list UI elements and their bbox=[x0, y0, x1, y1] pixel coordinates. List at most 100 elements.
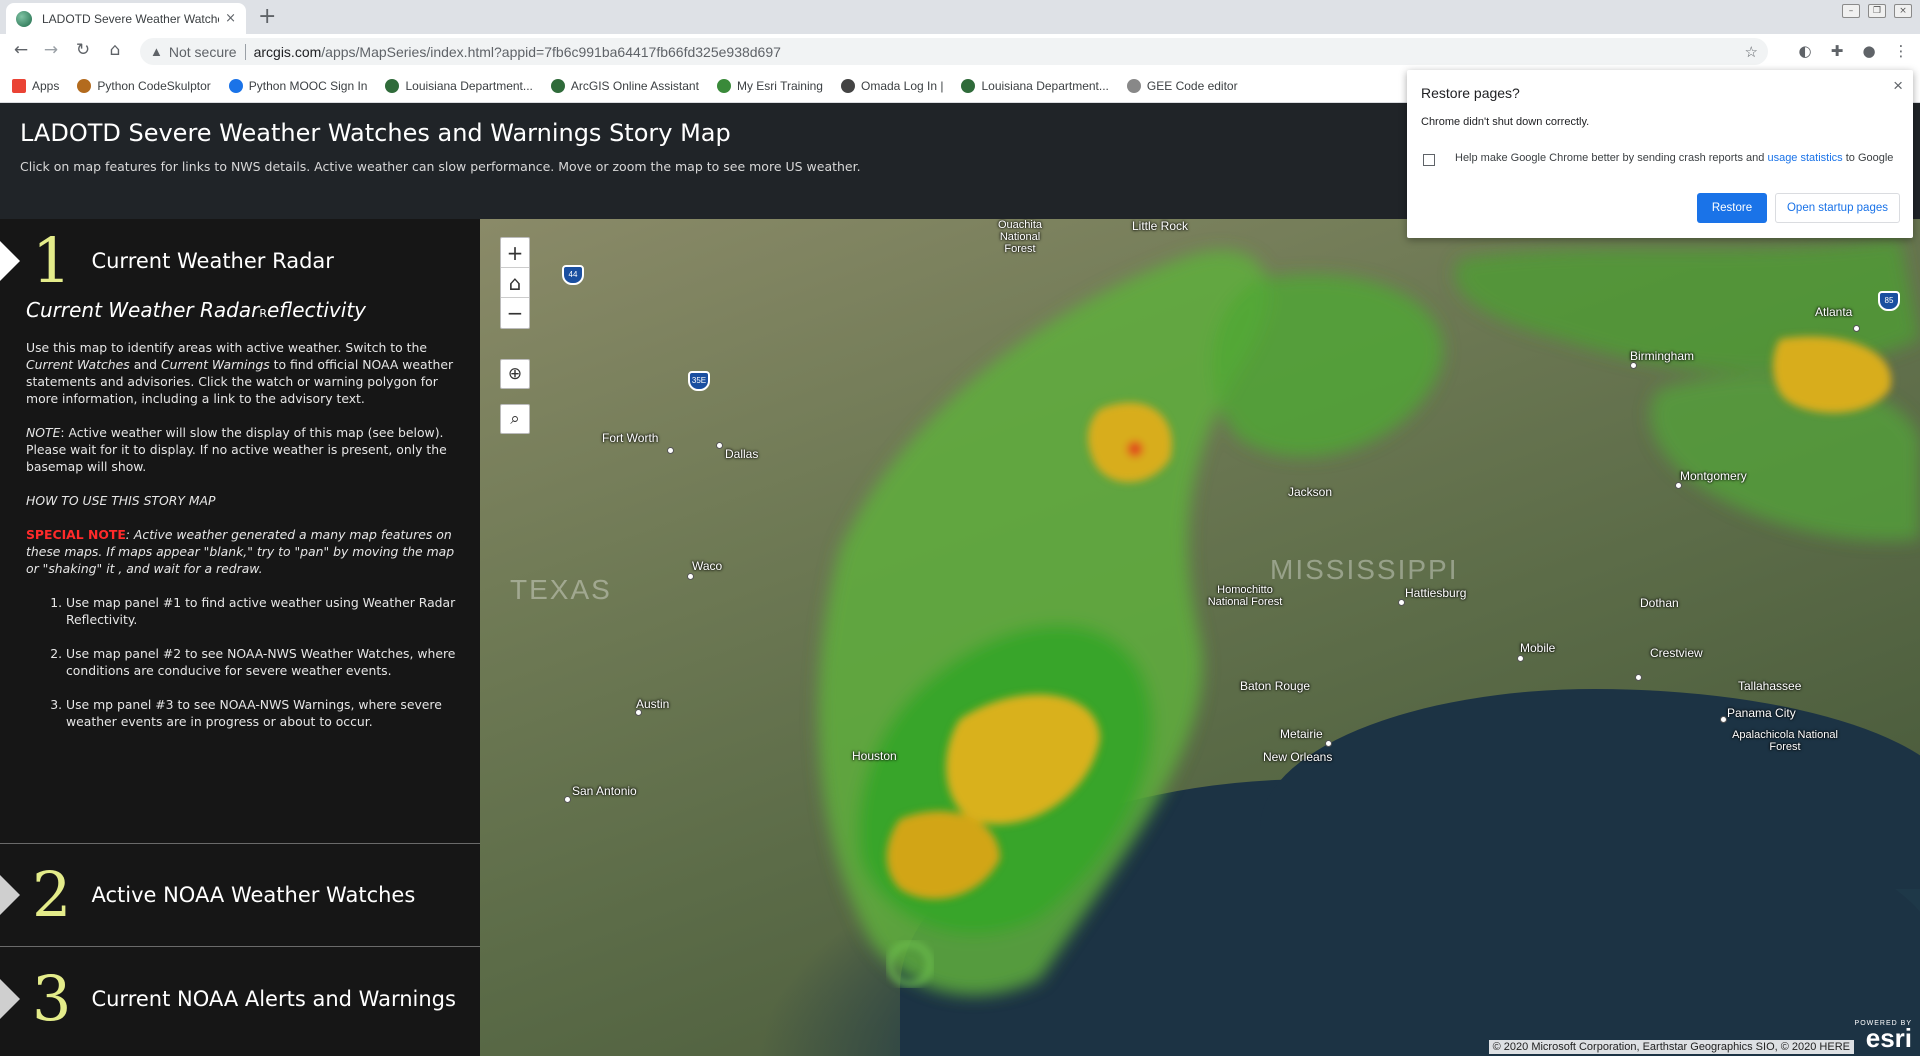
extension-circle-icon[interactable]: ◐ bbox=[1796, 42, 1814, 60]
reload-icon[interactable]: ↻ bbox=[72, 40, 94, 60]
close-window-icon[interactable]: × bbox=[1894, 4, 1912, 18]
place-label: Little Rock bbox=[1132, 219, 1189, 233]
section-3-header[interactable]: 3 Current NOAA Alerts and Warnings bbox=[0, 963, 480, 1035]
zoom-in-button[interactable]: + bbox=[501, 238, 529, 268]
city-marker bbox=[1398, 599, 1405, 606]
special-note: SPECIAL NOTE: Active weather generated a… bbox=[26, 527, 455, 576]
place-label: Waco bbox=[692, 559, 723, 573]
place-label: Panama City bbox=[1727, 706, 1796, 720]
city-marker bbox=[564, 796, 571, 803]
section-arrow-icon bbox=[0, 979, 20, 1019]
forward-arrow-icon[interactable]: → bbox=[40, 40, 62, 60]
address-bar[interactable]: ▲ Not secure arcgis.com /apps/MapSeries/… bbox=[140, 38, 1768, 65]
crash-report-checkbox[interactable] bbox=[1423, 154, 1435, 166]
home-extent-icon[interactable]: ⌂ bbox=[501, 268, 529, 298]
bookmark-item[interactable]: Python CodeSkulptor bbox=[77, 78, 211, 93]
section-1-number: 1 bbox=[32, 224, 72, 297]
puzzle-extension-icon[interactable]: ✚ bbox=[1828, 42, 1846, 60]
minimize-icon[interactable]: – bbox=[1842, 4, 1860, 18]
city-marker bbox=[1853, 325, 1860, 332]
section-divider bbox=[0, 843, 480, 844]
apps-grid-icon bbox=[12, 78, 26, 93]
url-host: arcgis.com bbox=[253, 43, 322, 60]
bookmark-item[interactable]: Python MOOC Sign In bbox=[228, 78, 367, 93]
bookmark-label: Omada Log In | bbox=[860, 78, 944, 93]
dialog-close-icon[interactable]: × bbox=[1893, 76, 1903, 96]
usage-statistics-link[interactable]: usage statistics bbox=[1767, 152, 1842, 164]
esri-logo[interactable]: POWERED BY esri bbox=[1855, 1020, 1912, 1052]
new-tab-button[interactable]: + bbox=[258, 4, 276, 29]
city-marker bbox=[1720, 716, 1727, 723]
section-3-number: 3 bbox=[32, 962, 72, 1035]
city-marker bbox=[1635, 674, 1642, 681]
bookmark-favicon-icon bbox=[716, 78, 731, 93]
page-subtitle: Click on map features for links to NWS d… bbox=[20, 159, 861, 174]
place-label: New Orleans bbox=[1263, 750, 1333, 764]
restore-button[interactable]: Restore bbox=[1697, 193, 1767, 223]
place-label: Homochitto National Forest bbox=[1207, 584, 1283, 608]
interstate-shield-icon: 85 bbox=[1878, 291, 1900, 311]
bookmark-star-icon[interactable]: ☆ bbox=[1745, 43, 1758, 61]
section-2-label: Active NOAA Weather Watches bbox=[91, 883, 416, 907]
place-label: San Antonio bbox=[572, 784, 637, 798]
bookmark-label: GEE Code editor bbox=[1146, 78, 1238, 93]
back-arrow-icon[interactable]: ← bbox=[10, 40, 32, 60]
interstate-shield-icon: 35E bbox=[688, 371, 710, 391]
radar-map[interactable]: + ⌂ − ⊕ ⌕ TEXAS MISSISSIPPI 44 35E 85 Fo… bbox=[480, 219, 1920, 1056]
locate-crosshair-icon[interactable]: ⊕ bbox=[500, 359, 530, 389]
crash-report-label: Help make Google Chrome better by sendin… bbox=[1455, 152, 1894, 164]
bookmark-label: Louisiana Department... bbox=[405, 78, 533, 93]
tab-strip: LADOTD Severe Weather Watches and Warnin… bbox=[0, 0, 1920, 34]
city-marker bbox=[1675, 482, 1682, 489]
bookmark-favicon-icon bbox=[1126, 78, 1141, 93]
warning-triangle-icon[interactable]: ▲ bbox=[150, 44, 163, 59]
bookmark-item[interactable]: Louisiana Department... bbox=[385, 78, 533, 93]
section-1-content: Current Weather RadarReflectivity Use th… bbox=[26, 297, 456, 747]
tab-close-icon[interactable]: × bbox=[225, 11, 236, 26]
bookmark-favicon-icon bbox=[961, 78, 976, 93]
bookmark-favicon-icon bbox=[840, 78, 855, 93]
radar-rainband bbox=[818, 239, 1920, 996]
interstate-shield-icon: 44 bbox=[562, 265, 584, 285]
bookmark-favicon-icon bbox=[228, 78, 243, 93]
home-icon[interactable]: ⌂ bbox=[104, 40, 126, 60]
restore-pages-dialog: Restore pages? × Chrome didn't shut down… bbox=[1407, 70, 1913, 238]
profile-avatar-icon[interactable]: ● bbox=[1860, 42, 1878, 60]
section-3-label: Current NOAA Alerts and Warnings bbox=[91, 987, 456, 1011]
esri-wordmark: esri bbox=[1865, 1023, 1912, 1053]
place-label: Hattiesburg bbox=[1405, 586, 1467, 600]
place-label: Montgomery bbox=[1680, 469, 1747, 483]
place-label: Austin bbox=[636, 697, 670, 711]
zoom-control: + ⌂ − bbox=[500, 237, 530, 329]
note-paragraph: NOTE: Active weather will slow the displ… bbox=[26, 425, 447, 474]
bookmark-label: Python CodeSkulptor bbox=[97, 78, 211, 93]
browser-tab[interactable]: LADOTD Severe Weather Watches and Warnin… bbox=[6, 3, 246, 34]
bookmark-label: Apps bbox=[32, 78, 60, 93]
bookmark-item[interactable]: ArcGIS Online Assistant bbox=[550, 78, 699, 93]
section-2-header[interactable]: 2 Active NOAA Weather Watches bbox=[0, 859, 480, 931]
place-label: Baton Rouge bbox=[1240, 679, 1311, 693]
place-label: Atlanta bbox=[1815, 305, 1853, 319]
kebab-menu-icon[interactable]: ⋮ bbox=[1892, 42, 1910, 60]
list-item: Use mp panel #3 to see NOAA-NWS Warnings… bbox=[66, 696, 456, 730]
bookmark-item[interactable]: GEE Code editor bbox=[1126, 78, 1238, 93]
globe-favicon-icon bbox=[16, 10, 32, 27]
bookmark-favicon-icon bbox=[77, 78, 92, 93]
bookmark-item[interactable]: Louisiana Department... bbox=[961, 78, 1109, 93]
section-1-header[interactable]: 1 Current Weather Radar bbox=[0, 224, 480, 297]
place-label: Metairie bbox=[1280, 727, 1323, 741]
bookmark-label: My Esri Training bbox=[736, 78, 823, 93]
open-startup-pages-button[interactable]: Open startup pages bbox=[1775, 193, 1900, 223]
section-divider bbox=[0, 946, 480, 947]
bookmark-item[interactable]: Apps bbox=[12, 78, 60, 93]
place-label: Houston bbox=[852, 749, 897, 763]
place-label: Crestview bbox=[1650, 646, 1703, 660]
restore-window-icon[interactable]: ❐ bbox=[1868, 4, 1886, 18]
place-label: Dothan bbox=[1640, 596, 1679, 610]
bookmark-item[interactable]: Omada Log In | bbox=[840, 78, 944, 93]
place-label: Ouachita National Forest bbox=[997, 219, 1043, 255]
place-label: Tallahassee bbox=[1738, 679, 1802, 693]
bookmark-item[interactable]: My Esri Training bbox=[716, 78, 823, 93]
search-icon[interactable]: ⌕ bbox=[500, 404, 530, 434]
zoom-out-button[interactable]: − bbox=[501, 298, 529, 328]
